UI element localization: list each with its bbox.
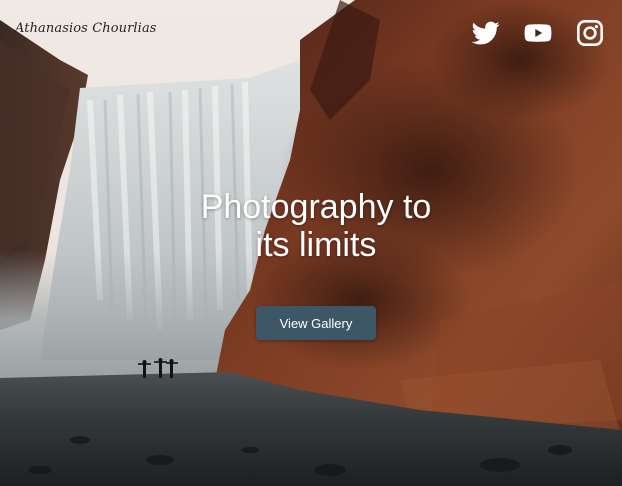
landing-page: Athanasios Chourlias Photography to its … bbox=[0, 0, 622, 486]
youtube-link[interactable] bbox=[524, 19, 552, 47]
hero-headline-line-2: its limits bbox=[255, 226, 377, 264]
twitter-link[interactable] bbox=[472, 19, 500, 47]
youtube-icon bbox=[524, 24, 552, 42]
twitter-icon bbox=[472, 21, 500, 45]
hero-headline: Photography to its limits bbox=[0, 188, 622, 264]
view-gallery-button[interactable]: View Gallery bbox=[256, 306, 376, 340]
social-links bbox=[472, 19, 604, 47]
site-brand[interactable]: Athanasios Chourlias bbox=[15, 21, 157, 36]
instagram-link[interactable] bbox=[576, 19, 604, 47]
hero-headline-line-1: Photography to bbox=[200, 188, 432, 226]
instagram-icon bbox=[577, 20, 603, 46]
